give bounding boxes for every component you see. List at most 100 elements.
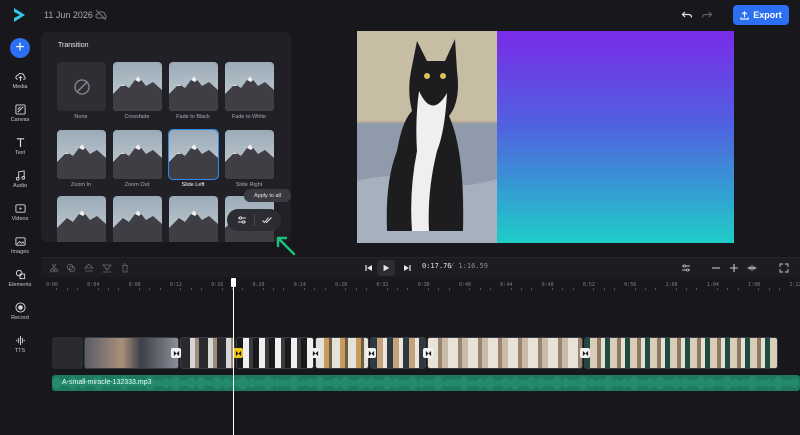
transition-crossfade-tile[interactable]: [113, 62, 162, 111]
mountain-thumbnail: [225, 62, 274, 111]
play-button[interactable]: [377, 260, 395, 276]
ruler-minor-tick: [520, 288, 522, 290]
mountain-thumbnail: [225, 130, 274, 179]
transition-icon: [235, 350, 241, 356]
double-check-icon[interactable]: [261, 215, 272, 225]
transition-tile[interactable]: [57, 196, 106, 242]
rail-item-images[interactable]: Images: [0, 236, 40, 266]
transition-fade-to-white-tile[interactable]: [225, 62, 274, 111]
mountain-thumbnail: [113, 130, 162, 179]
transition-marker-selected[interactable]: [233, 348, 243, 358]
adjust-icon[interactable]: [237, 215, 247, 225]
rail-item-videos[interactable]: Videos: [0, 203, 40, 233]
rail-item-canvas[interactable]: Canvas: [0, 104, 40, 134]
ruler-minor-tick: [551, 288, 553, 290]
mountain-thumbnail: [169, 62, 218, 111]
video-clip[interactable]: [84, 337, 179, 369]
ruler-minor-tick: [572, 288, 574, 290]
playhead[interactable]: [233, 278, 234, 435]
zoom-out-icon[interactable]: [711, 263, 721, 273]
delete-icon[interactable]: [120, 263, 130, 273]
ruler-minor-tick: [366, 288, 367, 290]
video-clip[interactable]: [180, 337, 235, 369]
video-clip[interactable]: [370, 337, 426, 369]
transition-marker[interactable]: [366, 348, 376, 358]
playhead-handle[interactable]: [231, 278, 236, 287]
record-icon: [14, 302, 26, 313]
waveform-icon: [15, 335, 25, 346]
redo-icon[interactable]: [701, 9, 713, 21]
ruler-minor-tick: [200, 288, 202, 290]
ruler-minor-tick: [97, 288, 99, 290]
export-button[interactable]: Export: [733, 5, 789, 25]
ruler-tick-label: 1:12: [789, 282, 800, 288]
transition-tile[interactable]: [169, 196, 218, 242]
transition-fade-to-black-tile[interactable]: [169, 62, 218, 111]
logo-icon[interactable]: [11, 7, 27, 23]
fit-timeline-icon[interactable]: [747, 263, 757, 273]
current-time: 0:17.76: [422, 262, 452, 270]
divider: [253, 214, 255, 226]
video-preview[interactable]: [357, 31, 734, 243]
rail-label: Audio: [12, 183, 28, 189]
ruler-minor-tick: [768, 288, 770, 290]
transition-marker[interactable]: [580, 348, 590, 358]
audio-track[interactable]: A-small-miracle-132333.mp3: [52, 375, 800, 391]
ruler-minor-tick: [107, 288, 109, 290]
skip-back-icon[interactable]: [364, 263, 374, 273]
transition-marker[interactable]: [171, 348, 181, 358]
left-rail: + Media Canvas Text Audio Videos Images …: [0, 30, 40, 435]
ruler-minor-tick: [304, 288, 306, 290]
video-clip[interactable]: [236, 337, 314, 369]
ruler-minor-tick: [149, 288, 151, 290]
fullscreen-icon[interactable]: [779, 263, 789, 273]
ruler-minor-tick: [489, 288, 491, 290]
add-media-button[interactable]: +: [10, 38, 30, 58]
video-clip[interactable]: [315, 337, 369, 369]
rail-label: Images: [10, 249, 30, 255]
ruler-minor-tick: [644, 288, 646, 290]
transition-label: Zoom In: [70, 182, 92, 188]
rail-item-text[interactable]: Text: [0, 137, 40, 167]
send-backward-icon[interactable]: [102, 263, 112, 273]
ruler-minor-tick: [655, 288, 657, 290]
shapes-icon: [15, 269, 25, 280]
transition-zoom-out-tile[interactable]: [113, 130, 162, 179]
empty-slot[interactable]: [52, 337, 83, 369]
rail-label: Elements: [8, 282, 32, 288]
bring-forward-icon[interactable]: [84, 263, 94, 273]
rail-item-elements[interactable]: Elements: [0, 269, 40, 299]
rail-item-record[interactable]: Record: [0, 302, 40, 332]
rail-item-audio[interactable]: Audio: [0, 170, 40, 200]
ruler-minor-tick: [314, 288, 316, 290]
ruler-minor-tick: [686, 288, 688, 290]
fit-tracks-icon[interactable]: [681, 263, 691, 273]
transition-icon: [173, 350, 179, 356]
transition-zoom-in-tile[interactable]: [57, 130, 106, 179]
transition-tile[interactable]: [113, 196, 162, 242]
video-clip[interactable]: [427, 337, 583, 369]
skip-forward-icon[interactable]: [402, 263, 412, 273]
transition-icon: [312, 350, 318, 356]
transition-label: Slide Left: [181, 182, 205, 188]
ruler-minor-tick: [355, 288, 357, 290]
video-clip[interactable]: [584, 337, 778, 369]
ruler-minor-tick: [76, 288, 78, 290]
transition-slide-right-tile[interactable]: [225, 130, 274, 179]
duplicate-icon[interactable]: [66, 263, 76, 273]
split-icon[interactable]: [49, 263, 59, 273]
rail-label: Canvas: [10, 117, 30, 123]
rail-item-tts[interactable]: TTS: [0, 335, 40, 365]
undo-icon[interactable]: [681, 9, 693, 21]
ruler-minor-tick: [273, 288, 275, 290]
zoom-in-icon[interactable]: [729, 263, 739, 273]
transition-none-tile[interactable]: [57, 62, 106, 111]
ruler-minor-tick: [283, 288, 285, 290]
ruler-minor-tick: [180, 288, 182, 290]
transition-marker[interactable]: [310, 348, 320, 358]
transition-marker[interactable]: [423, 348, 433, 358]
transition-slide-left-tile[interactable]: [168, 129, 219, 180]
ruler-minor-tick: [717, 288, 719, 290]
timeline-ruler[interactable]: 0:00 0:04 0:08 0:12 0:16 0:20 0:24 0:28 0:32 0:36…: [41, 278, 800, 294]
rail-item-media[interactable]: Media: [0, 71, 40, 101]
